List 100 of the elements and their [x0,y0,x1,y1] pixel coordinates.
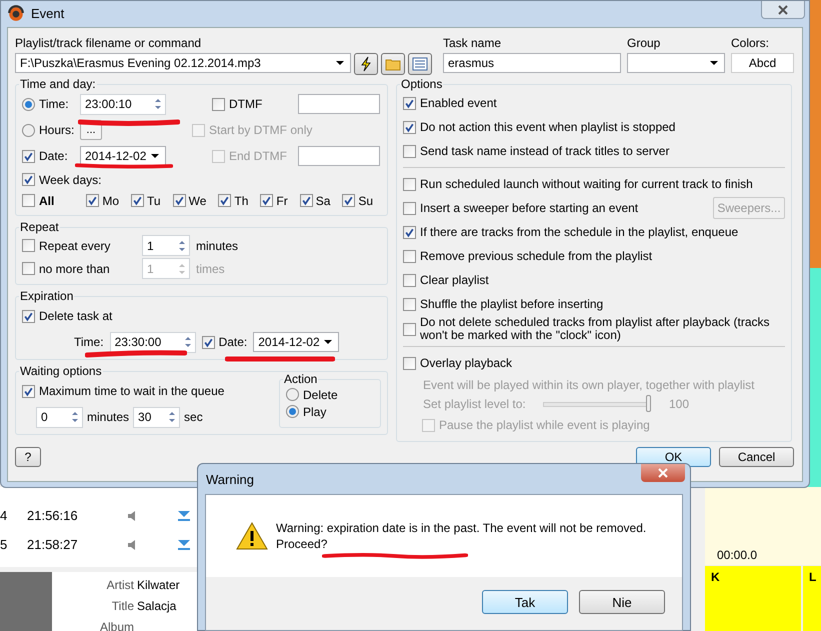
checkbox[interactable] [218,194,232,207]
cart-pad[interactable]: L [803,566,821,631]
checkbox[interactable] [403,356,416,370]
close-button[interactable] [761,1,805,19]
field-label: Colors: [731,36,770,50]
warning-message: Warning: expiration date is in the past. The event will not be removed. Proceed? [276,520,648,552]
seconds-field[interactable]: 30 [133,406,180,428]
checkbox[interactable] [22,194,35,207]
spin-arrows-icon [182,335,193,349]
dialog-button[interactable]: Nie [579,590,665,614]
checkbox[interactable] [131,194,144,207]
checkbox[interactable] [22,384,35,398]
headphones-icon [7,4,25,22]
window-title: Warning [206,472,254,486]
field-label: Playlist/track filename or command [15,36,202,50]
checkbox[interactable] [403,144,416,158]
radio-button[interactable] [286,405,299,418]
checkbox[interactable] [403,202,416,214]
day-label: Mo [102,194,120,208]
date-combo[interactable]: 2014-12-02 [253,332,340,352]
option-label: Insert a sweeper before starting an event [420,202,640,214]
checkbox[interactable] [22,173,35,186]
file-combo[interactable]: F:\Puszka\Erasmus Evening 02.12.2014.mp3 [15,53,351,73]
checkbox[interactable] [22,239,35,252]
checkbox[interactable] [403,322,416,336]
timer: 00:00.0 [717,548,758,562]
checkbox[interactable] [403,120,416,134]
checkbox[interactable] [172,194,186,207]
list-button[interactable] [408,53,432,75]
checkbox[interactable] [22,150,35,162]
day-label: We [188,194,206,208]
row-number: 5 [0,537,8,552]
close-icon [658,468,668,478]
day-label: Th [234,194,248,208]
unit-label: times [196,262,225,276]
group-title: Waiting options [19,364,103,378]
run-button[interactable] [354,53,378,75]
time-field[interactable]: 23:00:10 [80,94,166,114]
option-label: Overlay playback [420,356,514,370]
close-icon [778,4,788,14]
field-label: Task name [443,36,502,50]
unit-label: minutes [87,410,130,424]
note-text: Event will be played within its own player, together with playlist [423,378,754,392]
dtmf-field[interactable] [298,94,380,114]
help-button[interactable]: ? [15,447,41,467]
row-time: 21:56:16 [27,508,79,523]
option-label: Enabled event [420,96,498,110]
field-label: Time: [74,335,104,349]
minutes-field[interactable]: 0 [36,406,83,428]
checkbox[interactable] [260,194,274,207]
list-icon [412,56,428,72]
radio-button[interactable] [22,124,35,136]
checkbox[interactable] [403,178,416,190]
group-title: Repeat [19,220,60,234]
checkbox[interactable] [300,194,313,207]
option-label: Send task name instead of track titles to server [420,144,670,158]
cart-pad[interactable]: K [705,566,801,631]
spin-arrows-icon [177,238,187,252]
field-label: Group [627,36,662,50]
day-label: Sa [316,194,330,208]
checkbox[interactable] [22,310,35,322]
option-label: Play [303,404,326,418]
checkbox[interactable] [202,336,215,348]
info-label: Album [98,620,134,631]
checkbox[interactable] [403,96,416,110]
checkbox[interactable] [403,250,416,262]
open-file-button[interactable] [381,53,405,75]
spin-arrows-icon [153,97,163,111]
checkbox[interactable] [403,298,416,310]
group-title: Expiration [19,289,74,303]
dialog-button[interactable]: Tak [482,590,568,614]
checkbox[interactable] [212,98,225,110]
cancel-button[interactable]: Cancel [719,447,794,467]
checkbox[interactable] [403,226,416,238]
side-panel [0,572,52,631]
number-field[interactable]: 1 [142,235,190,256]
window-title: Event [31,6,64,20]
checkbox[interactable] [342,194,356,207]
level-slider[interactable] [543,395,651,412]
close-button[interactable] [641,464,685,482]
option-label: Do not delete scheduled tracks from playlist after playback (tracks won't be marked with the "clock" icon) [420,316,770,342]
option-label: DTMF [229,97,262,111]
time-field[interactable]: 23:30:00 [110,332,196,352]
info-value: Salacja [137,598,176,612]
end-dtmf-field[interactable] [298,146,380,166]
radio-button[interactable] [286,388,299,401]
option-label: Delete [303,388,338,402]
date-combo[interactable]: 2014-12-02 [80,146,166,166]
option-label: Do not action this event when playlist is stopped [420,120,676,134]
radio-button[interactable] [22,98,35,110]
color-sample-button[interactable]: Abcd [731,53,794,73]
task-name-field[interactable]: erasmus [443,53,621,73]
checkbox[interactable] [403,274,416,286]
info-label: Title [110,598,134,612]
option-label: Start by DTMF only [209,123,312,137]
group-combo[interactable] [627,53,725,73]
group-title: Time and day: [19,77,97,91]
checkbox[interactable] [86,194,100,207]
option-label: Pause the playlist while event is playing [439,418,651,432]
row-number: 4 [0,508,8,523]
